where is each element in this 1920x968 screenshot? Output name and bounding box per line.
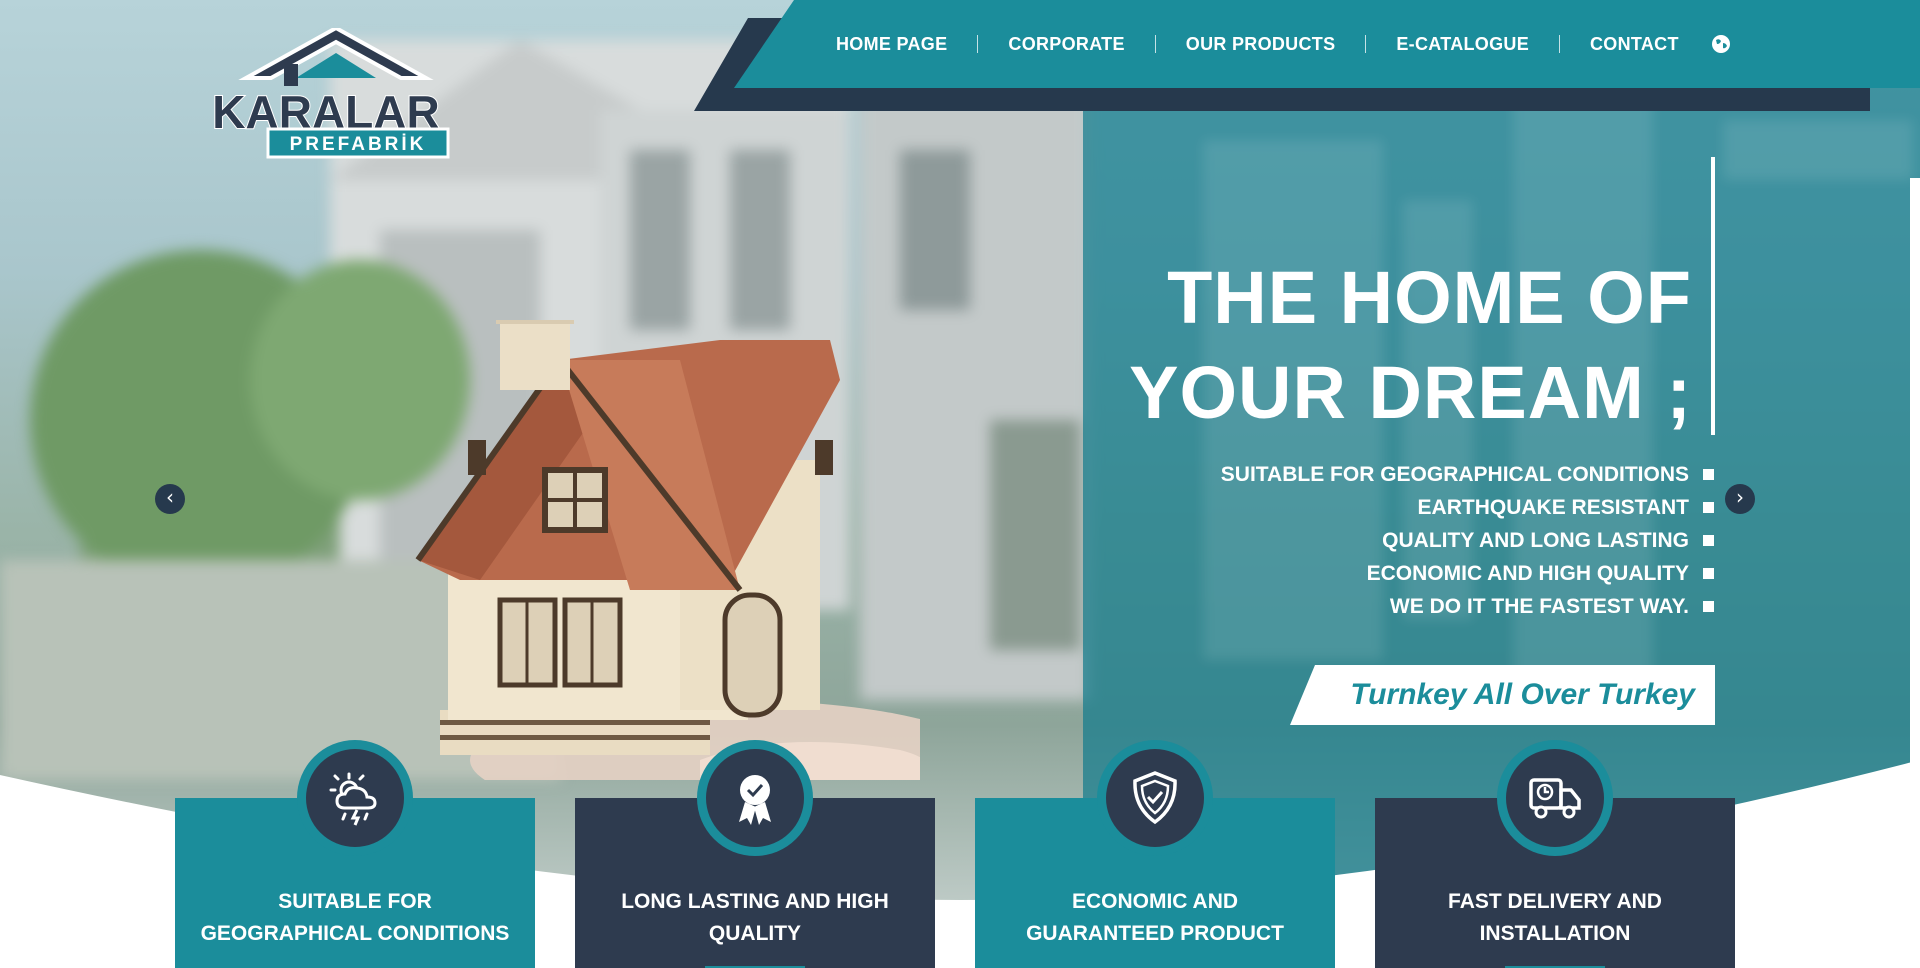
globe-icon[interactable] bbox=[1711, 34, 1731, 54]
weather-icon bbox=[329, 772, 377, 826]
hero-title: THE HOME OF YOUR DREAM ; bbox=[1129, 250, 1692, 440]
feature-item: WE DO IT THE FASTEST WAY. bbox=[1221, 590, 1714, 623]
main-navigation: HOME PAGE CORPORATE OUR PRODUCTS E-CATAL… bbox=[806, 0, 1731, 88]
title-vertical-rule bbox=[1711, 157, 1715, 435]
logo-sub: PREFABRİK bbox=[290, 134, 427, 155]
turnkey-cta-button[interactable]: Turnkey All Over Turkey bbox=[1290, 665, 1715, 725]
square-bullet-icon bbox=[1703, 502, 1714, 513]
card-title: FAST DELIVERY AND INSTALLATION bbox=[1448, 890, 1662, 945]
slider-next-button[interactable]: › bbox=[1725, 484, 1755, 514]
award-ribbon-icon bbox=[739, 775, 771, 825]
delivery-truck-icon bbox=[1529, 778, 1581, 819]
hero-title-line2: YOUR DREAM ; bbox=[1129, 351, 1692, 434]
card-title: SUITABLE FOR GEOGRAPHICAL CONDITIONS bbox=[200, 890, 510, 945]
hero-title-line1: THE HOME OF bbox=[1167, 256, 1692, 339]
card-title: ECONOMIC AND GUARANTEED PRODUCT bbox=[1026, 890, 1284, 945]
feature-item: QUALITY AND LONG LASTING bbox=[1221, 524, 1714, 557]
shield-check-icon bbox=[1133, 771, 1177, 825]
feature-item: SUITABLE FOR GEOGRAPHICAL CONDITIONS bbox=[1221, 458, 1714, 491]
card-title: LONG LASTING AND HIGH QUALITY bbox=[621, 890, 889, 945]
card-icon-circle bbox=[697, 740, 813, 856]
feature-item: ECONOMIC AND HIGH QUALITY bbox=[1221, 557, 1714, 590]
nav-home-page[interactable]: HOME PAGE bbox=[806, 34, 977, 55]
card-icon-circle bbox=[1497, 740, 1613, 856]
square-bullet-icon bbox=[1703, 568, 1714, 579]
nav-contact[interactable]: CONTACT bbox=[1560, 34, 1709, 55]
slider-prev-button[interactable]: ‹ bbox=[155, 484, 185, 514]
square-bullet-icon bbox=[1703, 469, 1714, 480]
scrollbar[interactable] bbox=[1910, 178, 1920, 968]
turnkey-cta-label: Turnkey All Over Turkey bbox=[1350, 678, 1695, 711]
nav-e-catalogue[interactable]: E-CATALOGUE bbox=[1366, 34, 1559, 55]
hero-feature-list: SUITABLE FOR GEOGRAPHICAL CONDITIONS EAR… bbox=[1221, 458, 1714, 623]
square-bullet-icon bbox=[1703, 535, 1714, 546]
square-bullet-icon bbox=[1703, 601, 1714, 612]
card-icon-circle bbox=[1097, 740, 1213, 856]
nav-corporate[interactable]: CORPORATE bbox=[978, 34, 1154, 55]
feature-item: EARTHQUAKE RESISTANT bbox=[1221, 491, 1714, 524]
nav-our-products[interactable]: OUR PRODUCTS bbox=[1156, 34, 1366, 55]
karalar-logo[interactable]: KARALAR PREFABRİK bbox=[196, 28, 456, 160]
card-icon-circle bbox=[297, 740, 413, 856]
